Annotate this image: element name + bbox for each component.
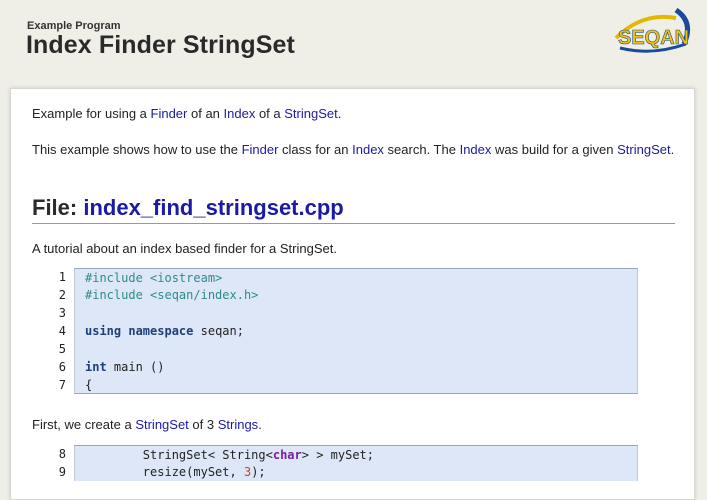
code-text (74, 304, 638, 322)
code-text: #include <iostream> (74, 268, 638, 286)
file-heading: File: index_find_stringset.cpp (32, 195, 675, 224)
text: of an (187, 106, 224, 121)
code-line: 6 int main () (32, 358, 638, 376)
line-number: 5 (32, 340, 74, 358)
content-panel: Example for using a Finder of an Index o… (10, 88, 695, 500)
code-text: int main () (74, 358, 638, 376)
code-text: using namespace seqan; (74, 322, 638, 340)
step-paragraph-1: First, we create a StringSet of 3 String… (32, 416, 262, 434)
line-number: 1 (32, 268, 74, 286)
file-description: A tutorial about an index based finder f… (32, 241, 337, 256)
code-text (74, 340, 638, 358)
line-number: 2 (32, 286, 74, 304)
link-finder[interactable]: Finder (242, 142, 279, 157)
code-line: 8 StringSet< String<char> > mySet; (32, 445, 638, 463)
text: search. The (383, 142, 460, 157)
text: was build for a given (491, 142, 618, 157)
line-number: 8 (32, 445, 74, 463)
code-line: 2 #include <seqan/index.h> (32, 286, 638, 304)
link-index[interactable]: Index (352, 142, 384, 157)
code-line: 1 #include <iostream> (32, 268, 638, 286)
text: This example shows how to use the (32, 142, 242, 157)
line-number: 9 (32, 463, 74, 481)
page-title: Index Finder StringSet (26, 31, 295, 59)
link-stringset[interactable]: StringSet (617, 142, 670, 157)
text: . (258, 417, 262, 432)
line-number: 7 (32, 376, 74, 394)
link-stringset[interactable]: StringSet (135, 417, 188, 432)
code-line: 3 (32, 304, 638, 322)
code-line: 4 using namespace seqan; (32, 322, 638, 340)
code-text: StringSet< String<char> > mySet; (74, 445, 638, 463)
code-line: 5 (32, 340, 638, 358)
seqan-logo[interactable]: SEQAN (612, 8, 694, 54)
intro-paragraph-1: Example for using a Finder of an Index o… (32, 105, 341, 123)
link-strings[interactable]: Strings (218, 417, 258, 432)
text: Example for using a (32, 106, 151, 121)
code-line: 9 resize(mySet, 3); (32, 463, 638, 481)
link-finder[interactable]: Finder (151, 106, 188, 121)
link-index[interactable]: Index (460, 142, 492, 157)
text: . (670, 142, 675, 157)
text: . (337, 106, 342, 121)
code-line: 7{ (32, 376, 638, 394)
code-block-2: 8 StringSet< String<char> > mySet; 9 resi… (32, 445, 638, 481)
line-number: 6 (32, 358, 74, 376)
text: of 3 (188, 417, 218, 432)
link-index[interactable]: Index (224, 106, 256, 121)
intro-paragraph-2: This example shows how to use the Finder… (32, 141, 682, 159)
code-block-1: 1 #include <iostream> 2 #include <seqan/ind… (32, 268, 638, 394)
file-label: File: (32, 195, 84, 220)
text: of a (255, 106, 285, 121)
code-text: #include <seqan/index.h> (74, 286, 638, 304)
code-text: resize(mySet, 3); (74, 463, 638, 481)
logo-text: SEQAN (618, 27, 689, 49)
line-number: 3 (32, 304, 74, 322)
line-number: 4 (32, 322, 74, 340)
link-stringset[interactable]: StringSet (284, 106, 337, 121)
file-link[interactable]: index_find_stringset.cpp (83, 195, 343, 220)
text: First, we create a (32, 417, 136, 432)
page-header: Example Program Index Finder StringSet S… (0, 0, 707, 86)
text: class for an (278, 142, 353, 157)
code-text: { (74, 376, 638, 394)
